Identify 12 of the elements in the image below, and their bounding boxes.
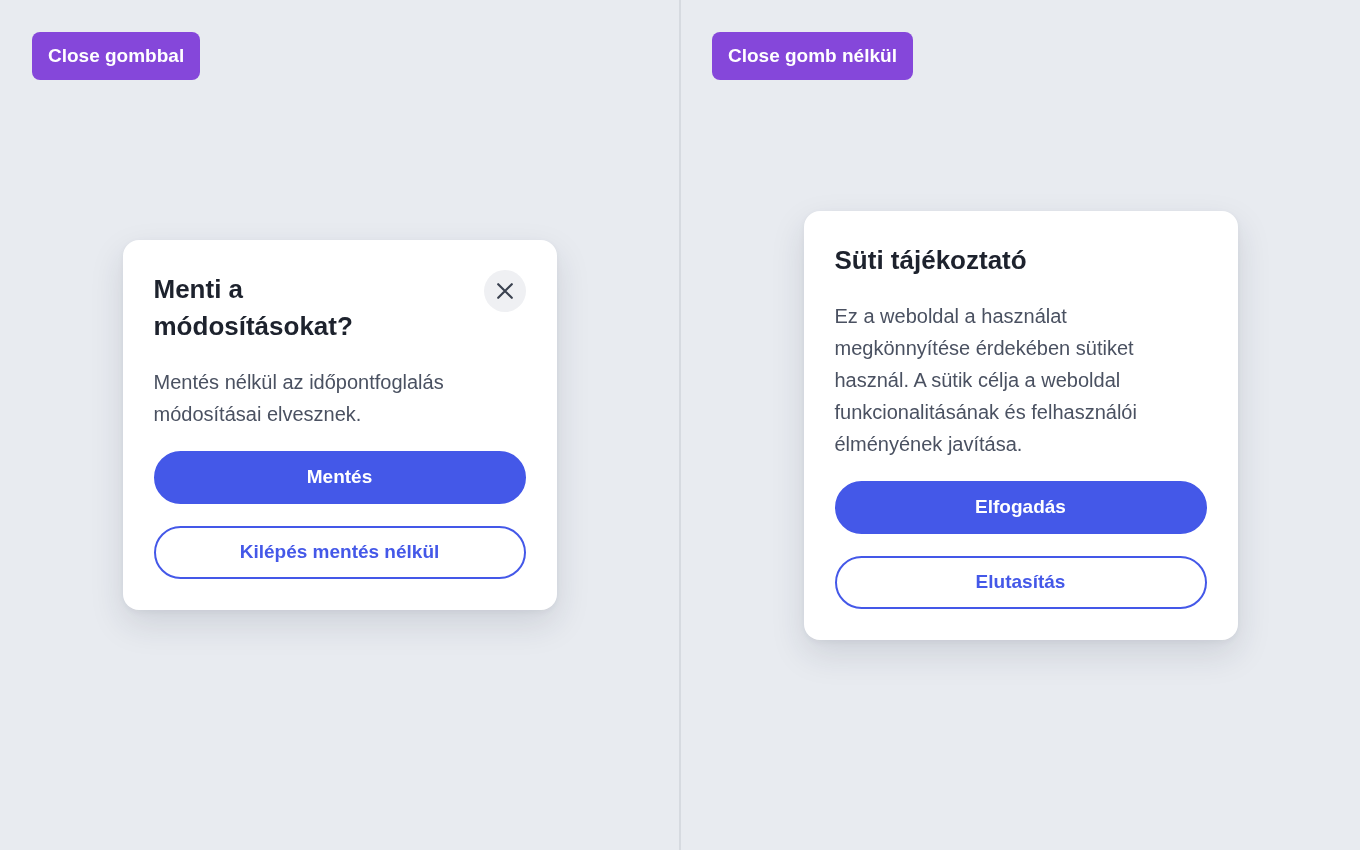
secondary-button[interactable]: Elutasítás [834, 555, 1207, 609]
primary-button[interactable]: Mentés [153, 451, 526, 504]
secondary-button[interactable]: Kilépés mentés nélkül [153, 526, 526, 579]
close-button[interactable] [483, 270, 526, 312]
variant-label: Close gomb nélkül [712, 32, 913, 80]
dialog-message: Mentés nélkül az időpontfoglalás módosításai elvesznek. [153, 370, 445, 427]
close-icon [496, 283, 513, 299]
dialog-title: Süti tájékoztató [834, 243, 1028, 277]
dialog-message: Ez a weboldal a használat megkönnyítése érdekében sütiket használ. A sütik célja a weboldal funkcionalitásának és felhasználói élményének javítása. [834, 303, 1138, 457]
variant-label: Close gombbal [32, 32, 201, 80]
dialog-title: Menti a módosításokat? [153, 273, 354, 343]
primary-button[interactable]: Elfogadás [834, 480, 1207, 534]
